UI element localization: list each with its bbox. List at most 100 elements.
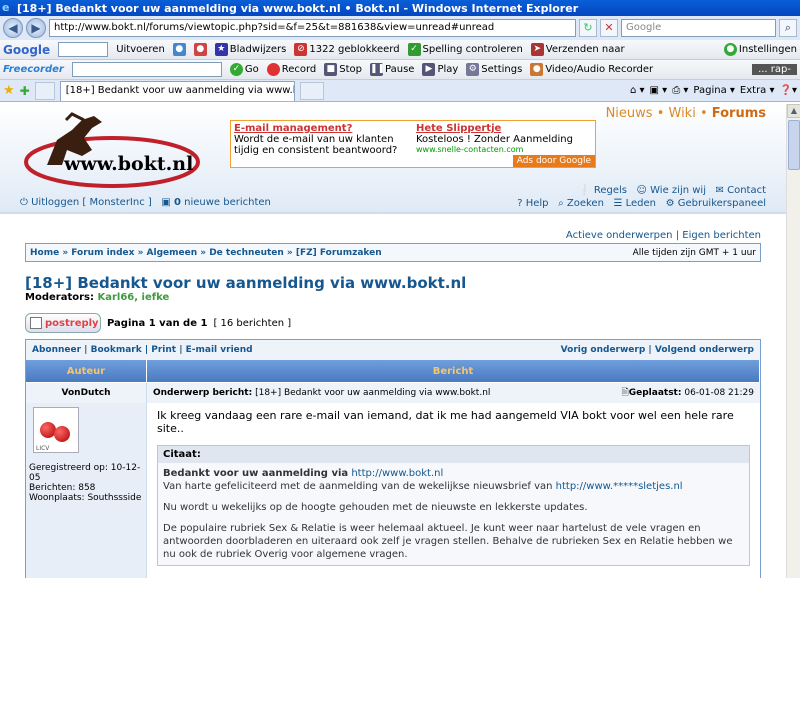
search-icon[interactable]: ⌕ bbox=[779, 19, 797, 37]
record-icon bbox=[266, 63, 280, 76]
recorder-button[interactable]: ● Video/Audio Recorder bbox=[530, 63, 653, 76]
ad-right-url[interactable]: www.snelle-contacten.com bbox=[416, 145, 596, 154]
spellcheck-button[interactable]: ✓ Spelling controleren bbox=[407, 43, 523, 56]
topic-tools: Abonneer | Bookmark | Print | E-mail vri… bbox=[26, 340, 760, 360]
window-title: [18+] Bedankt voor uw aanmelding via www… bbox=[17, 1, 579, 15]
freecorder-settings-button[interactable]: ⚙ Settings bbox=[466, 63, 522, 76]
nav-forums[interactable]: Forums bbox=[712, 106, 766, 121]
logout-link[interactable]: ⏻ Uitloggen [ MonsterInc ] bbox=[20, 197, 152, 208]
popup-blocker[interactable]: ⊘ 1322 geblokkeerd bbox=[294, 43, 400, 56]
pagination: Pagina 1 van de 1 bbox=[107, 317, 208, 329]
breadcrumb-path[interactable]: Home » Forum index » Algemeen » De techn… bbox=[30, 248, 382, 258]
print-icon[interactable]: ⎙ ▾ bbox=[672, 85, 688, 96]
members-link[interactable]: ☰ Leden bbox=[613, 198, 656, 209]
post-author[interactable]: VonDutch bbox=[26, 383, 147, 403]
stop-record-button[interactable]: ■ Stop bbox=[324, 63, 362, 76]
avatar[interactable]: LICV bbox=[33, 407, 79, 453]
nav-wiki[interactable]: Wiki bbox=[669, 106, 696, 121]
ie-logo-icon: e bbox=[2, 1, 10, 14]
ucp-link[interactable]: ⚙ Gebruikerspaneel bbox=[666, 198, 766, 209]
timezone-label: Alle tijden zijn GMT + 1 uur bbox=[632, 247, 756, 258]
feeds-icon[interactable]: ▣ ▾ bbox=[650, 85, 668, 96]
help-link[interactable]: ? Help bbox=[517, 198, 548, 209]
help-icon[interactable]: ❓▾ bbox=[780, 85, 797, 96]
run-button[interactable]: Uitvoeren bbox=[116, 44, 165, 55]
send-label: Verzenden naar bbox=[545, 44, 625, 55]
ad-left-text: Wordt de e-mail van uw klanten tijdig en… bbox=[234, 134, 398, 156]
player-controls[interactable]: ... rap- bbox=[752, 64, 797, 75]
ad-left[interactable]: E-mail management? Wordt de e-mail van u… bbox=[234, 123, 414, 156]
logo-text: www.bokt.nl bbox=[63, 153, 193, 175]
record-label: Record bbox=[281, 64, 317, 75]
run-label: Uitvoeren bbox=[116, 44, 165, 55]
tab-active[interactable]: [18+] Bedankt voor uw aanmelding via www… bbox=[59, 80, 295, 101]
site-logo[interactable]: www.bokt.nl bbox=[22, 110, 202, 192]
nav-nieuws[interactable]: Nieuws bbox=[606, 106, 653, 121]
ad-left-title[interactable]: E-mail management? bbox=[234, 123, 414, 134]
subject-label: Onderwerp bericht: bbox=[153, 388, 253, 398]
reply-icon bbox=[30, 317, 42, 329]
go-button[interactable]: ✓ Go bbox=[229, 63, 259, 76]
active-links[interactable]: Actieve onderwerpen | Eigen berichten bbox=[25, 230, 761, 241]
forward-button[interactable]: ▶ bbox=[26, 18, 46, 38]
ad-right[interactable]: Hete Slippertje Kosteloos ! Zonder Aanme… bbox=[416, 123, 596, 154]
play-button[interactable]: ▶ Play bbox=[422, 63, 458, 76]
contact-link[interactable]: ✉ Contact bbox=[716, 185, 766, 196]
rules-link[interactable]: ❕ Regels bbox=[578, 185, 627, 196]
add-favorites-icon[interactable]: ✚ bbox=[20, 84, 30, 98]
extra-menu[interactable]: Extra ▾ bbox=[740, 85, 775, 96]
stop-button[interactable]: ✕ bbox=[600, 19, 618, 37]
new-messages-link[interactable]: ▣ 0 nieuwe berichten bbox=[161, 197, 271, 208]
new-label: nieuwe berichten bbox=[184, 197, 271, 208]
toolbar-icon[interactable]: ● bbox=[172, 43, 186, 56]
refresh-button[interactable]: ↻ bbox=[579, 19, 597, 37]
posts-table: Abonneer | Bookmark | Print | E-mail vri… bbox=[25, 339, 761, 578]
title-bar: e [18+] Bedankt voor uw aanmelding via w… bbox=[0, 0, 800, 16]
ad-right-title[interactable]: Hete Slippertje bbox=[416, 123, 596, 134]
tab-list-icon[interactable] bbox=[34, 81, 55, 100]
google-ad[interactable]: E-mail management? Wordt de e-mail van u… bbox=[230, 120, 596, 168]
post-subject-row: Onderwerp bericht: [18+] Bedankt voor uw… bbox=[147, 383, 760, 403]
settings-button[interactable]: ● Instellingen bbox=[723, 43, 797, 56]
settings-icon: ● bbox=[723, 43, 737, 56]
scroll-up-icon[interactable]: ▲ bbox=[787, 104, 800, 118]
post-reply-button[interactable]: postreply bbox=[25, 313, 101, 333]
pause-button[interactable]: ❚❚ Pause bbox=[370, 63, 414, 76]
stop-icon: ■ bbox=[324, 63, 338, 76]
quote-title-link[interactable]: http://www.bokt.nl bbox=[351, 468, 443, 479]
page-menu-label: Pagina bbox=[693, 85, 727, 96]
quote-header: Citaat: bbox=[158, 446, 749, 463]
record-button[interactable]: Record bbox=[266, 63, 317, 76]
quote-line1: Van harte gefeliciteerd met de aanmeldin… bbox=[163, 481, 553, 492]
session-links: ⏻ Uitloggen [ MonsterInc ] ▣ 0 nieuwe be… bbox=[20, 197, 271, 208]
google-search-input[interactable] bbox=[58, 42, 109, 57]
topic-title[interactable]: [18+] Bedankt voor uw aanmelding via www… bbox=[25, 274, 761, 292]
post-icon[interactable]: 🗎 bbox=[621, 388, 628, 398]
toolbar-icon[interactable]: ● bbox=[193, 43, 207, 56]
ads-by-google[interactable]: Ads door Google bbox=[512, 155, 595, 167]
post-subject[interactable]: [18+] Bedankt voor uw aanmelding via www… bbox=[255, 388, 490, 398]
freecorder-input[interactable] bbox=[71, 62, 222, 77]
topic-tools-right[interactable]: Vorig onderwerp | Volgend onderwerp bbox=[561, 345, 754, 355]
home-icon[interactable]: ⌂ ▾ bbox=[630, 85, 645, 96]
vertical-scrollbar[interactable]: ▲ bbox=[786, 104, 800, 578]
star-icon: ★ bbox=[214, 43, 228, 56]
stop-label: Stop bbox=[339, 64, 363, 75]
send-to-button[interactable]: ➤ Verzenden naar bbox=[530, 43, 625, 56]
bookmarks-button[interactable]: ★ Bladwijzers bbox=[214, 43, 286, 56]
scroll-thumb[interactable] bbox=[788, 120, 800, 170]
moderators-list[interactable]: Karl66, iefke bbox=[97, 292, 169, 303]
search-input[interactable]: Google bbox=[621, 19, 776, 37]
about-link[interactable]: ☺ Wie zijn wij bbox=[637, 185, 706, 196]
new-tab-button[interactable] bbox=[299, 81, 324, 100]
quote-line1-link[interactable]: http://www.*****sletjes.nl bbox=[556, 481, 683, 492]
address-field[interactable]: http://www.bokt.nl/forums/viewtopic.php?… bbox=[49, 19, 576, 37]
back-button[interactable]: ◀ bbox=[3, 18, 23, 38]
logout-label: Uitloggen [ MonsterInc ] bbox=[31, 197, 152, 208]
search-link[interactable]: ⌕ Zoeken bbox=[558, 198, 604, 209]
send-icon: ➤ bbox=[530, 43, 544, 56]
favorites-star-icon[interactable]: ★ bbox=[3, 83, 15, 98]
forum-main: Actieve onderwerpen | Eigen berichten Ho… bbox=[25, 230, 761, 578]
topic-tools-left[interactable]: Abonneer | Bookmark | Print | E-mail vri… bbox=[32, 345, 253, 355]
page-menu[interactable]: Pagina ▾ bbox=[693, 85, 735, 96]
